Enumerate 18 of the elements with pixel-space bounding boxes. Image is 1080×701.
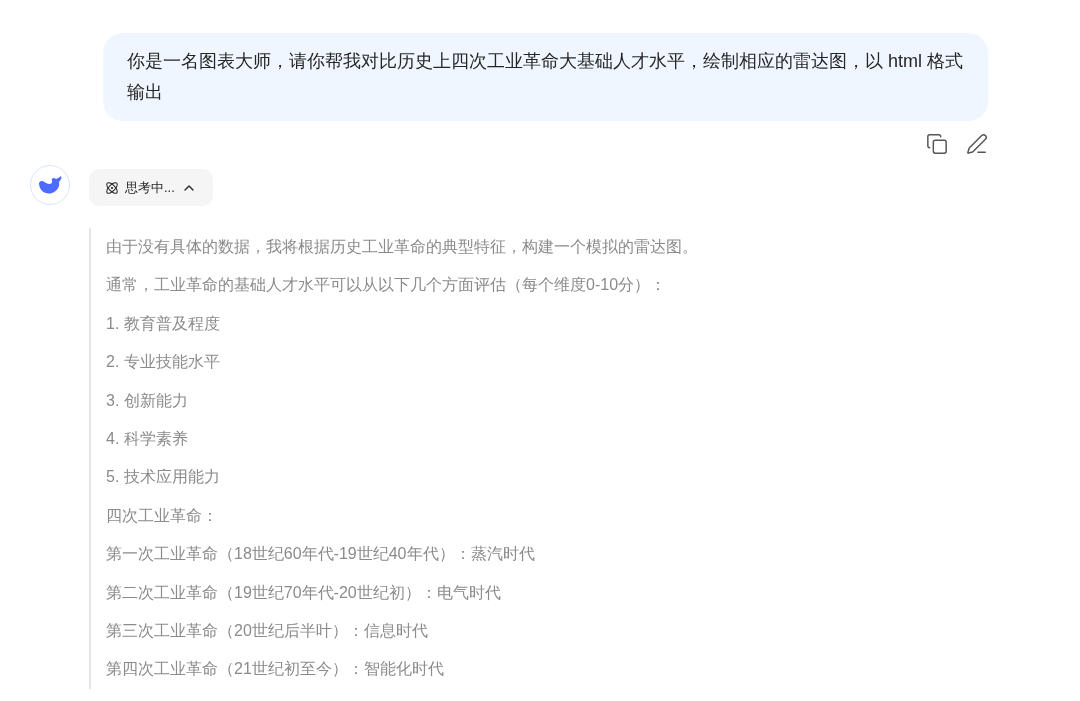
- thought-text: 第一次工业革命（18世纪60年代-19世纪40年代）：蒸汽时代: [106, 544, 536, 565]
- thought-text: 4. 科学素养: [106, 429, 189, 450]
- thought-text: 1. 教育普及程度: [106, 313, 221, 334]
- thought-text: 第二次工业革命（19世纪70年代-20世纪初）：电气时代: [106, 582, 502, 603]
- thought-text: 四次工业革命：: [106, 505, 219, 526]
- user-message: 你是一名图表大师，请你帮我对比历史上四次工业革命大基础人才水平，绘制相应的雷达图，以 html 格式输出: [103, 33, 988, 121]
- thought-text: 第四次工业革命（21世纪初至今）：智能化时代: [106, 659, 445, 680]
- copy-icon[interactable]: [926, 133, 948, 155]
- atom-icon: [105, 180, 119, 195]
- thought-text: 通常，工业革命的基础人才水平可以从以下几个方面评估（每个维度0-10分）：: [106, 275, 668, 296]
- thought-text: 2. 专业技能水平: [106, 352, 221, 373]
- thinking-toggle[interactable]: 思考中...: [89, 169, 213, 206]
- thought-text: 5. 技术应用能力: [106, 467, 221, 488]
- thought-text: 3. 创新能力: [106, 390, 189, 411]
- edit-icon[interactable]: [966, 133, 988, 155]
- thought-text: 由于没有具体的数据，我将根据历史工业革命的典型特征，构建一个模拟的雷达图。: [106, 237, 698, 257]
- whale-icon: [37, 174, 63, 196]
- thought-text: 第三次工业革命（20世纪后半叶）：信息时代: [106, 621, 429, 642]
